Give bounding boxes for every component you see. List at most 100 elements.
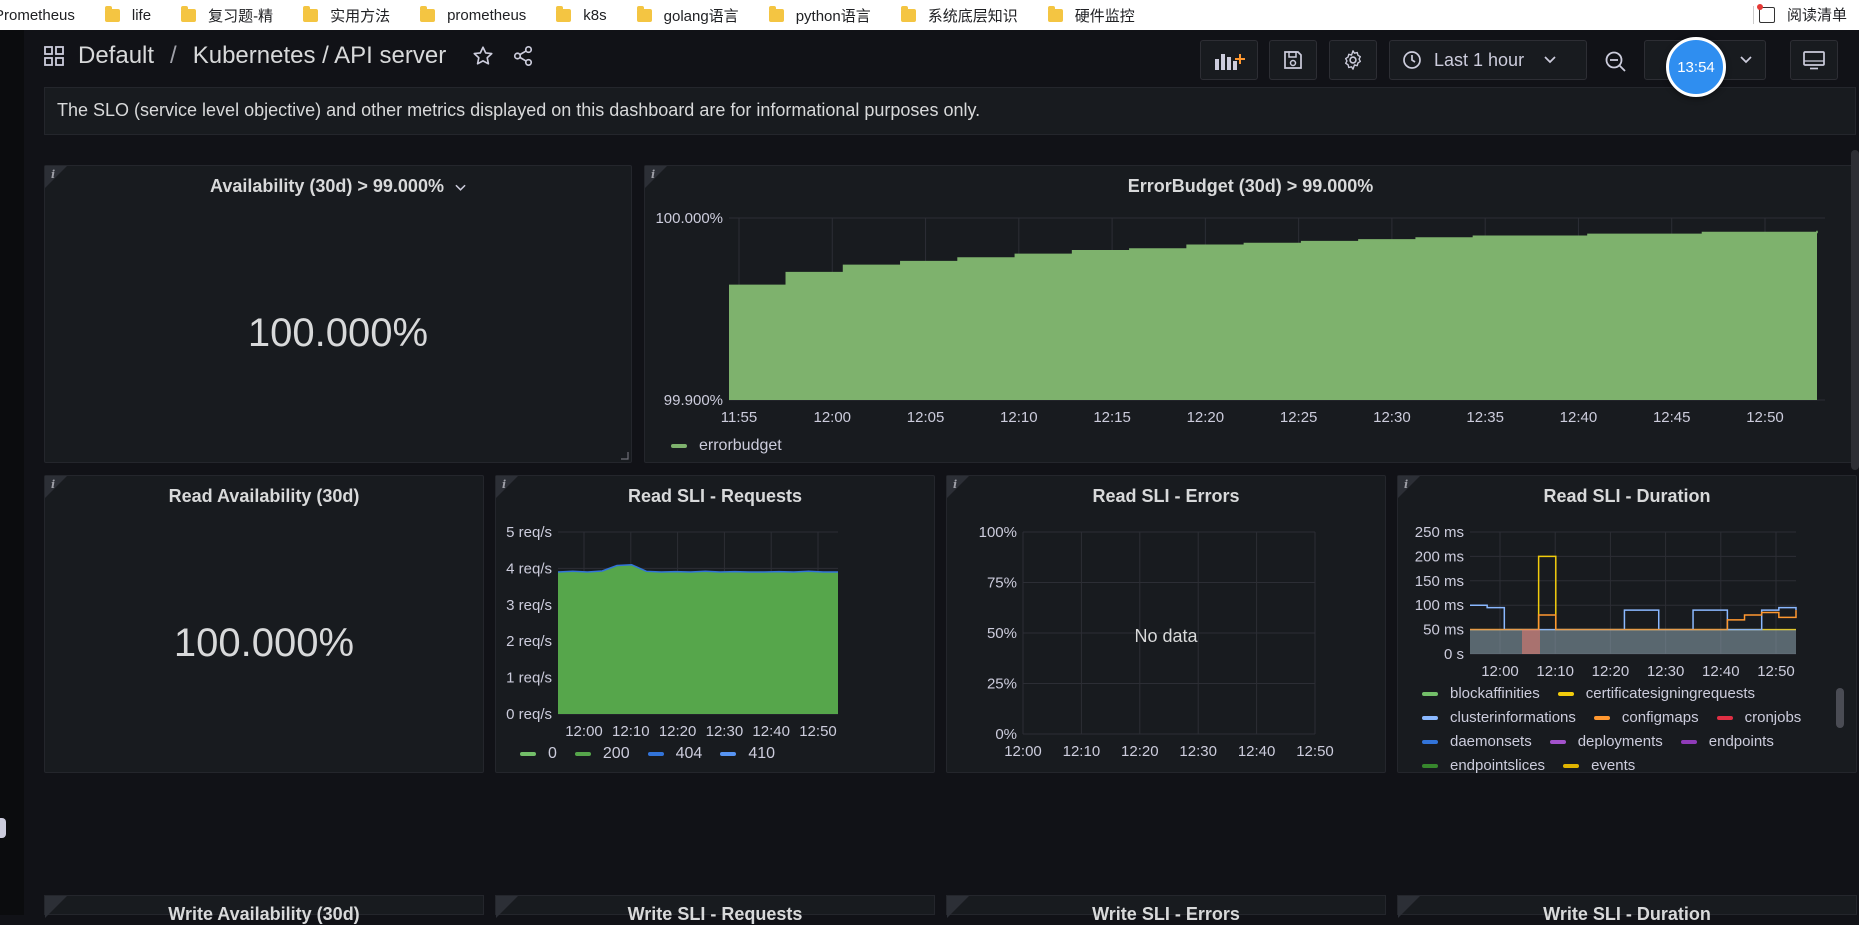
panel-title[interactable]: Read SLI - Duration: [1398, 486, 1856, 507]
folder-icon: [556, 5, 572, 22]
errorbudget-panel[interactable]: i ErrorBudget (30d) > 99.000% 100.000% 99…: [644, 165, 1857, 463]
panel-title[interactable]: Read SLI - Errors: [947, 486, 1385, 507]
clock-icon: [1403, 51, 1421, 69]
legend-swatch: [1422, 740, 1438, 744]
tv-mode-button[interactable]: [1790, 40, 1838, 80]
legend-swatch: [1549, 740, 1566, 744]
series-area: [729, 230, 1817, 400]
errorbudget-chart[interactable]: 100.000% 99.900%11:55 12:00 12:05 12:10 12:15…: [645, 206, 1856, 456]
legend-item[interactable]: 0: [520, 742, 557, 766]
read-duration-panel[interactable]: i Read SLI - Duration 250 ms 200 ms 150 ms…: [1397, 475, 1857, 774]
y-tick-label: 4 req/s: [506, 560, 552, 577]
x-tick-label: 12:25: [1280, 409, 1318, 426]
bookmark-hardware[interactable]: 硬件监控: [1047, 5, 1135, 26]
legend-item[interactable]: 404: [647, 742, 702, 766]
x-tick-label: 12:50: [1746, 409, 1784, 426]
chevron-down-icon: [1544, 56, 1556, 64]
series-area: [558, 564, 838, 714]
x-tick-label: 12:40: [1702, 663, 1740, 680]
legend-item[interactable]: endpointslices: [1422, 754, 1545, 778]
legend-item[interactable]: clusterinformations: [1422, 706, 1576, 730]
bookmark-python[interactable]: python语言: [768, 5, 871, 26]
legend-item[interactable]: blockaffinities: [1422, 682, 1540, 706]
add-panel-button[interactable]: [1200, 40, 1258, 80]
share-icon[interactable]: [512, 45, 534, 67]
read-availability-panel[interactable]: i Read Availability (30d) 100.000%: [44, 475, 484, 773]
panel-title[interactable]: ErrorBudget (30d) > 99.000%: [645, 176, 1856, 197]
star-icon[interactable]: [472, 45, 494, 67]
breadcrumb-folder[interactable]: Default: [78, 42, 154, 70]
bookmark-system[interactable]: 系统底层知识: [900, 5, 1018, 26]
x-tick-label: 12:00: [565, 723, 603, 740]
spike-area: [1522, 629, 1540, 654]
folder-icon: [768, 5, 784, 22]
time-range-picker[interactable]: Last 1 hour: [1389, 40, 1587, 80]
bookmark-prometheus[interactable]: Prometheus: [0, 7, 75, 24]
panel-title[interactable]: Read Availability (30d): [45, 486, 483, 507]
breadcrumb: Default / Kubernetes / API server: [44, 42, 534, 70]
baseline-area: [1470, 629, 1796, 654]
dashboards-grid-icon[interactable]: [44, 46, 64, 66]
legend-item[interactable]: events: [1563, 754, 1635, 778]
legend-item[interactable]: endpoints: [1680, 730, 1774, 754]
save-dashboard-button[interactable]: [1269, 40, 1317, 80]
zoom-out-icon: [1605, 51, 1626, 72]
legend-swatch: [574, 752, 591, 756]
y-tick-label: 75%: [987, 575, 1017, 592]
y-tick-label: 25%: [987, 676, 1017, 693]
x-tick-label: 12:30: [1647, 663, 1685, 680]
folder-icon: [104, 5, 120, 22]
legend-item[interactable]: 410: [720, 742, 775, 766]
dashboard-title[interactable]: Kubernetes / API server: [193, 42, 446, 70]
zoom-out-button[interactable]: [1604, 50, 1628, 74]
read-duration-chart[interactable]: 250 ms 200 ms 150 ms 100 ms 50 ms 0 s 12:00 12:…: [1398, 516, 1856, 686]
legend-item[interactable]: errorbudget: [671, 434, 782, 458]
x-tick-label: 12:40: [1560, 409, 1598, 426]
bookmark-review[interactable]: 复习题-精: [181, 5, 273, 26]
bookmark-golang[interactable]: golang语言: [636, 5, 739, 26]
write-duration-panel[interactable]: Write SLI - Duration: [1397, 895, 1857, 924]
legend-swatch: [1563, 764, 1580, 768]
legend-scrollbar[interactable]: [1836, 688, 1844, 728]
legend-item[interactable]: cronjobs: [1716, 706, 1801, 730]
dashboard-settings-button[interactable]: [1329, 40, 1377, 80]
y-tick-label: 2 req/s: [506, 633, 552, 650]
series-line: [1470, 604, 1797, 631]
slo-notice-panel: The SLO (service level objective) and ot…: [44, 87, 1856, 135]
resize-handle-icon[interactable]: [621, 452, 629, 460]
legend-item[interactable]: daemonsets: [1422, 730, 1532, 754]
legend-item[interactable]: configmaps: [1593, 706, 1699, 730]
read-requests-panel[interactable]: i Read SLI - Requests 5 req/s 4 req/s 3 re…: [495, 475, 935, 773]
legend-swatch: [1593, 716, 1610, 720]
folder-icon: [1047, 5, 1063, 22]
x-tick-label: 12:10: [1063, 743, 1101, 760]
time-range-label: Last 1 hour: [1434, 49, 1525, 70]
read-errors-panel[interactable]: i Read SLI - Errors 100% 75% 50% 25% 0% 12:00…: [946, 475, 1386, 773]
dashboard-toolbar: Default / Kubernetes / API server Last 1…: [24, 30, 1859, 97]
bookmark-prometheus-folder[interactable]: prometheus: [420, 5, 526, 24]
legend-item[interactable]: deployments: [1549, 730, 1663, 754]
availability-panel[interactable]: i Availability (30d) > 99.000% 100.000%: [44, 165, 632, 463]
x-tick-label: 12:20: [1187, 409, 1225, 426]
floating-clock-widget[interactable]: 13:54: [1666, 37, 1726, 97]
breadcrumb-separator: /: [170, 42, 177, 69]
panel-title[interactable]: Availability (30d) > 99.000%: [45, 176, 631, 197]
legend-item[interactable]: 200: [574, 742, 630, 766]
reading-list-button[interactable]: 阅读清单: [1756, 3, 1847, 25]
panel-title[interactable]: Read SLI - Requests: [496, 486, 934, 507]
bookmark-separator: [1753, 6, 1754, 24]
write-errors-panel[interactable]: Write SLI - Errors: [946, 895, 1386, 924]
bookmark-life[interactable]: life: [104, 5, 151, 24]
side-handle[interactable]: [0, 818, 6, 838]
write-availability-panel[interactable]: Write Availability (30d): [44, 895, 484, 924]
page-scrollbar[interactable]: [1851, 150, 1859, 470]
x-tick-label: 12:15: [1093, 409, 1131, 426]
legend-item[interactable]: certificatesigningrequests: [1557, 682, 1755, 706]
legend-swatch: [520, 752, 536, 756]
x-tick-label: 12:20: [1592, 663, 1630, 680]
x-tick-label: 12:40: [752, 723, 790, 740]
bookmark-methods[interactable]: 实用方法: [303, 5, 390, 26]
bookmark-k8s[interactable]: k8s: [556, 5, 607, 24]
read-requests-chart[interactable]: 5 req/s 4 req/s 3 req/s 2 req/s 1 req/s 0 req…: [496, 516, 934, 756]
write-requests-panel[interactable]: Write SLI - Requests: [495, 895, 935, 924]
